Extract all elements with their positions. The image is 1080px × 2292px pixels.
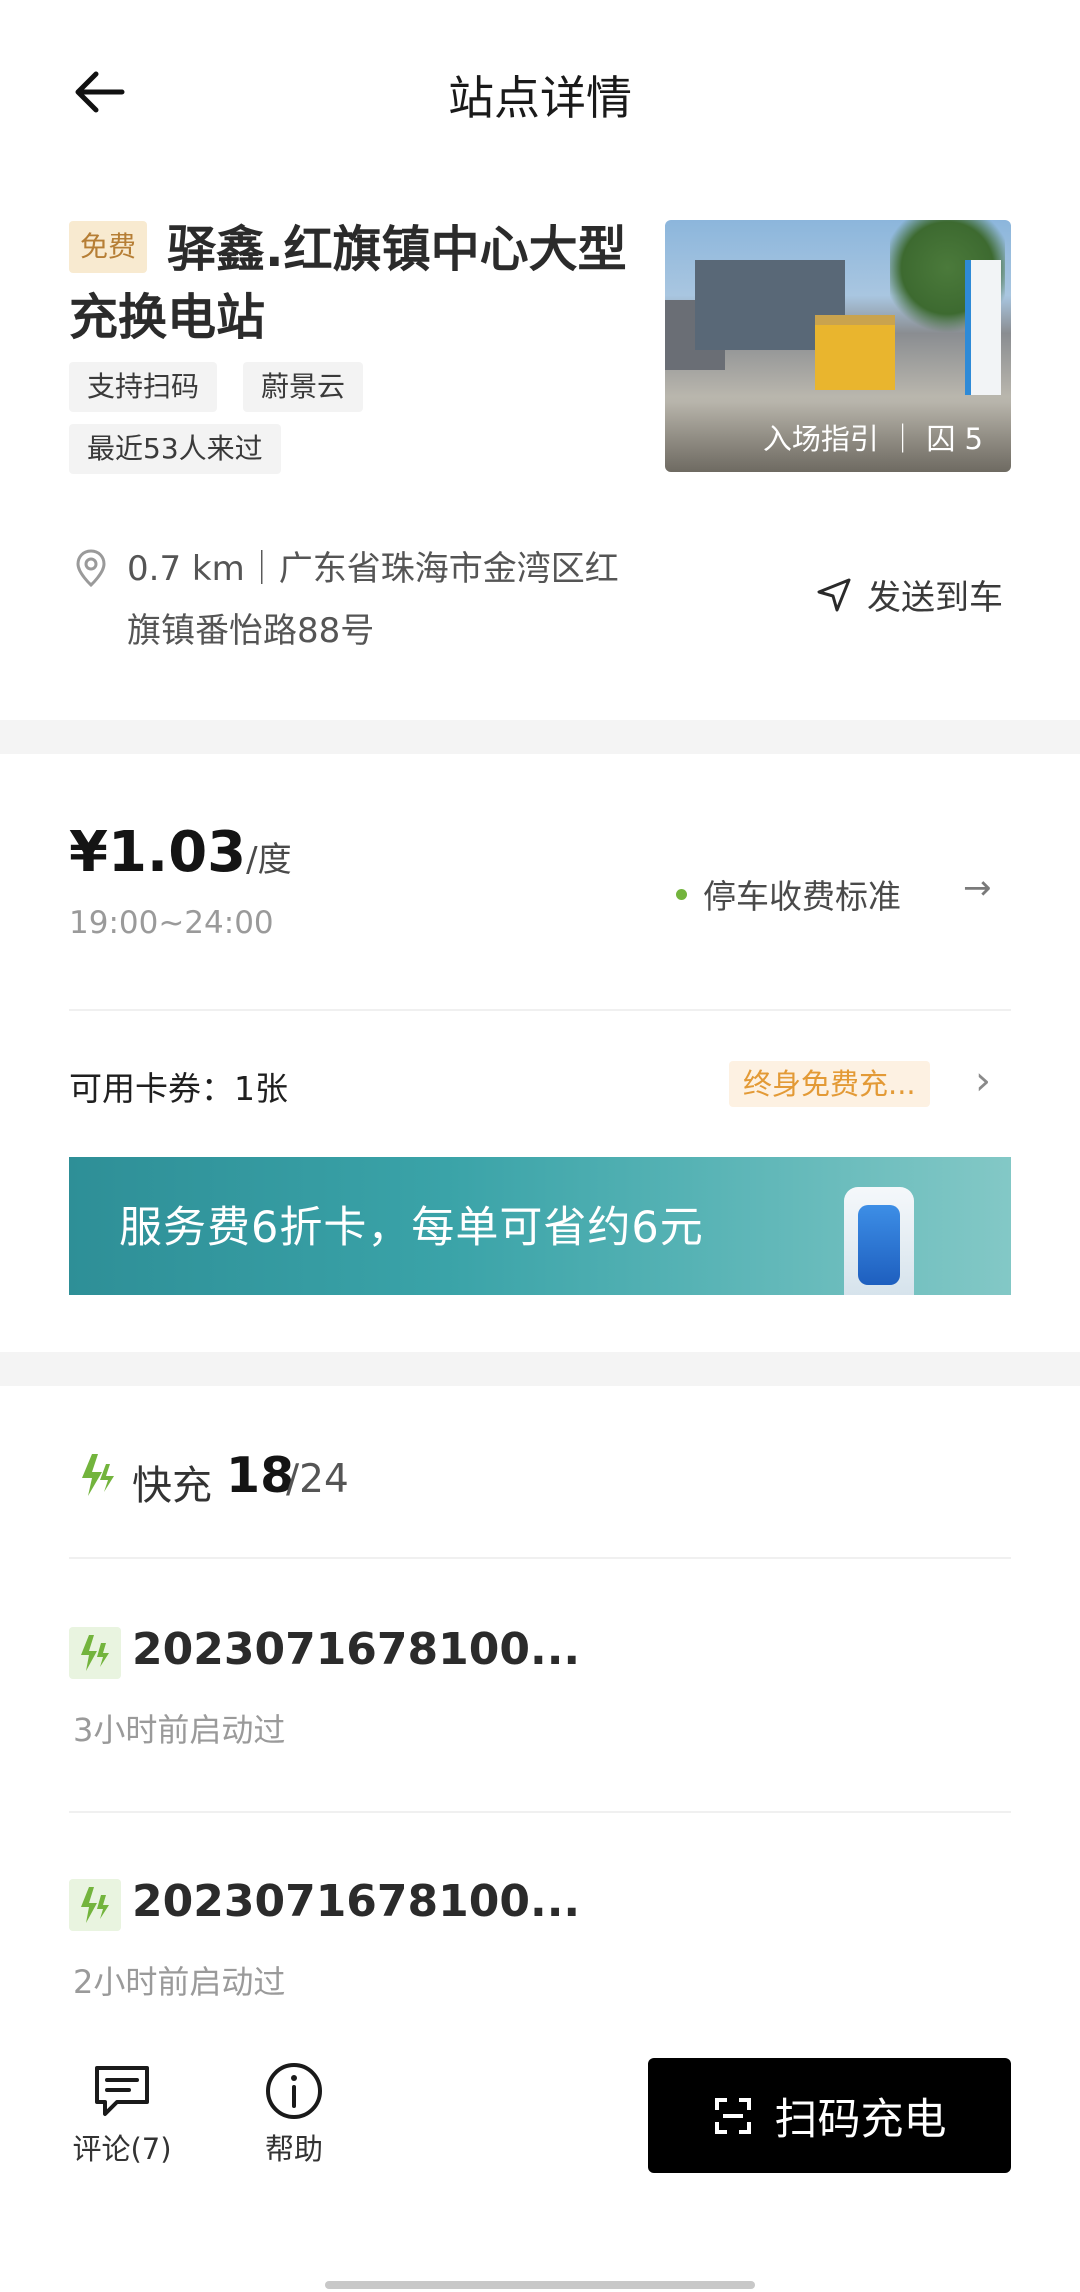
send-to-car-label: 发送到车 xyxy=(867,578,1003,618)
free-badge: 免费 xyxy=(69,221,147,273)
promo-banner[interactable]: 服务费6折卡，每单可省约6元 xyxy=(69,1157,1011,1295)
lightning-icon xyxy=(82,1454,114,1496)
top-bar: 站点详情 xyxy=(0,0,1080,180)
section-divider xyxy=(0,720,1080,754)
distance-address: 0.7 km｜广东省珠海市金湾区红旗镇番怡路88号 xyxy=(127,549,619,651)
tag-operator: 蔚景云 xyxy=(243,362,364,412)
comment-icon xyxy=(95,2066,149,2116)
pile-status: 3小时前启动过 xyxy=(73,1711,286,1749)
price-time-range: 19:00~24:00 xyxy=(69,905,274,941)
charger-illustration xyxy=(844,1187,914,1295)
divider xyxy=(69,1009,1011,1011)
section-divider xyxy=(0,1352,1080,1386)
send-to-car-button[interactable]: 发送到车 xyxy=(815,570,1003,619)
price: ¥1.03/度 xyxy=(69,820,292,885)
arrow-right-icon[interactable]: → xyxy=(963,868,992,908)
scan-charge-button[interactable]: 扫码充电 xyxy=(648,2058,1011,2173)
fast-charge-label: 快充 xyxy=(132,1463,212,1509)
send-icon xyxy=(817,578,851,611)
parking-fee-link[interactable]: 停车收费标准 xyxy=(676,870,901,918)
comments-label: 评论(7) xyxy=(72,2132,172,2166)
photo-caption: 入场指引 ｜ 囚 5 xyxy=(762,422,983,456)
fast-charge-available: 18 xyxy=(226,1447,295,1504)
scan-charge-label: 扫码充电 xyxy=(774,2094,947,2145)
lightning-icon xyxy=(69,1879,121,1931)
info-icon xyxy=(266,2063,322,2119)
tag-scan-support: 支持扫码 xyxy=(69,362,218,412)
page-title: 站点详情 xyxy=(448,71,632,125)
charger-panel xyxy=(858,1205,900,1285)
comments-button[interactable]: 评论(7) xyxy=(60,2060,184,2168)
parking-fee-label: 停车收费标准 xyxy=(703,877,901,916)
banner-text: 服务费6折卡，每单可省约6元 xyxy=(119,1203,704,1253)
photo-kiosk xyxy=(815,315,895,390)
pile-id: 2023071678100... xyxy=(132,1876,581,1927)
price-amount: ¥1.03 xyxy=(69,820,247,885)
list-item[interactable]: 2023071678100... 2小时前启动过 xyxy=(0,1853,1080,2013)
photo-signpost xyxy=(965,260,1001,395)
list-item[interactable]: 2023071678100... 3小时前启动过 xyxy=(0,1600,1080,1800)
help-label: 帮助 xyxy=(264,2132,323,2166)
lightning-icon xyxy=(69,1627,121,1679)
divider xyxy=(69,1811,1011,1813)
coupon-label[interactable]: 可用卡券：1张 xyxy=(69,1062,288,1110)
pile-id: 2023071678100... xyxy=(132,1624,581,1675)
fast-charge-total: /24 xyxy=(286,1457,349,1502)
home-indicator[interactable] xyxy=(325,2281,755,2289)
divider xyxy=(69,1557,1011,1559)
station-photo[interactable]: 入场指引 ｜ 囚 5 xyxy=(665,220,1011,472)
location-pin-icon xyxy=(76,549,106,588)
status-dot xyxy=(676,888,687,900)
station-name: 驿鑫.红旗镇中心大型充换电站 xyxy=(69,221,627,346)
chevron-right-icon[interactable]: › xyxy=(975,1058,991,1104)
visitors-tag: 最近53人来过 xyxy=(69,424,281,474)
pile-status: 2小时前启动过 xyxy=(73,1963,286,2001)
help-button[interactable]: 帮助 xyxy=(244,2060,344,2168)
coupon-tag[interactable]: 终身免费充... xyxy=(729,1061,930,1107)
scan-icon xyxy=(714,2097,751,2134)
price-unit: /度 xyxy=(246,840,292,880)
